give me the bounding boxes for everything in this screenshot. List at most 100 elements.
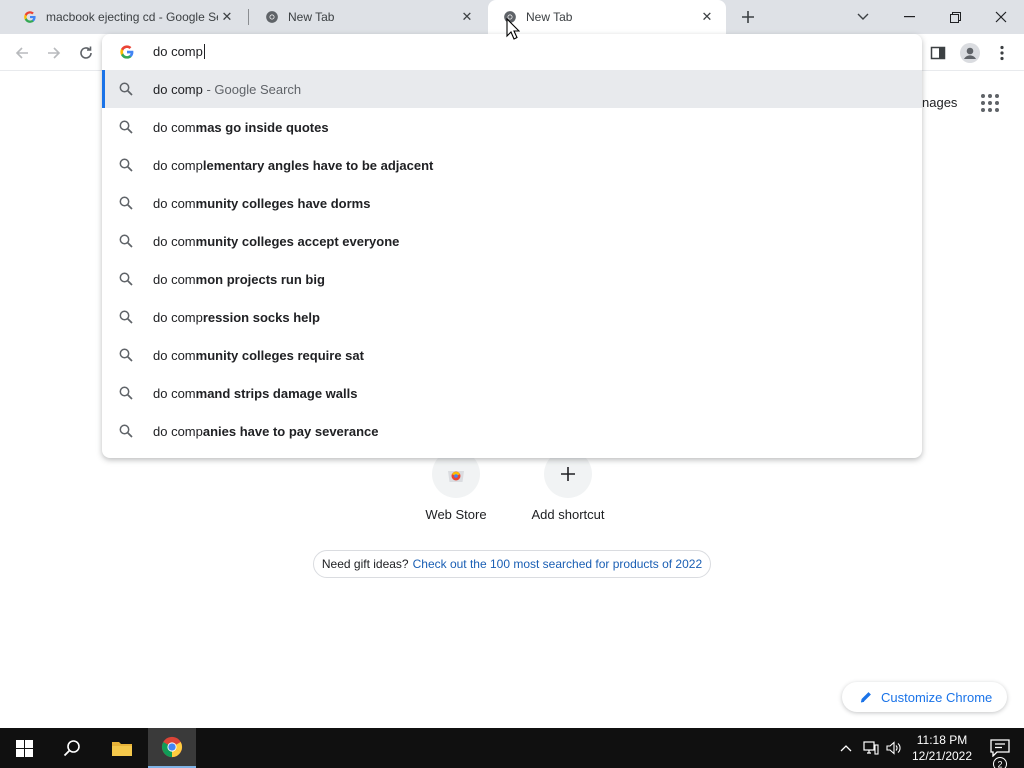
suggestion-text: do companies have to pay severance: [153, 424, 378, 439]
new-tab-plus-icon[interactable]: [737, 6, 759, 28]
profile-avatar-icon[interactable]: [957, 40, 983, 66]
network-icon[interactable]: [860, 728, 882, 768]
suggestion-prefix: do comp: [153, 158, 203, 173]
omnibox-suggestion[interactable]: do commas go inside quotes: [102, 108, 922, 146]
show-hidden-icons-chevron-up-icon[interactable]: [836, 728, 856, 768]
omnibox-dropdown: do comp do comp - Google Search do commas…: [102, 34, 922, 458]
tab-new-tab-active[interactable]: New Tab ✕: [488, 0, 726, 34]
tab-divider: [248, 9, 249, 25]
suggestion-prefix: do comp: [153, 310, 203, 325]
suggestion-completion: munity colleges have dorms: [195, 196, 371, 211]
clock-date: 12/21/2022: [911, 749, 973, 763]
customize-chrome-button[interactable]: Customize Chrome: [842, 682, 1007, 712]
tab-title: New Tab: [526, 10, 573, 24]
search-icon: [119, 82, 133, 96]
reload-icon[interactable]: [73, 40, 99, 66]
search-icon: [119, 196, 133, 210]
selection-accent-bar: [102, 70, 105, 108]
close-tab-icon[interactable]: ✕: [458, 8, 476, 26]
notification-count: 2: [997, 760, 1002, 768]
text-caret: [203, 44, 205, 59]
omnibox-suggestion[interactable]: do common projects run big: [102, 260, 922, 298]
search-icon: [119, 272, 133, 286]
suggestion-prefix: do com: [153, 348, 196, 363]
close-tab-icon[interactable]: ✕: [218, 8, 236, 26]
shortcut-label: Web Store: [425, 507, 487, 522]
suggestion-completion: anies have to pay severance: [202, 424, 379, 439]
shortcut-web-store[interactable]: Web Store: [400, 450, 512, 530]
promo-lead-text: Need gift ideas?: [321, 557, 409, 571]
close-tab-icon[interactable]: ✕: [698, 8, 716, 26]
file-explorer-folder-icon[interactable]: [98, 728, 146, 768]
tab-google-search[interactable]: macbook ejecting cd - Google Se ✕: [8, 0, 246, 34]
shortcut-label: Add shortcut: [531, 507, 605, 522]
suggestion-prefix: do com: [153, 234, 196, 249]
omnibox-suggestion[interactable]: do companies have to pay severance: [102, 412, 922, 450]
search-icon: [119, 158, 133, 172]
close-window-icon[interactable]: [978, 0, 1024, 34]
screen: macbook ejecting cd - Google Se ✕ New Ta…: [0, 0, 1024, 768]
suggestion-text: do complementary angles have to be adjac…: [153, 158, 433, 173]
images-link[interactable]: nages: [922, 95, 957, 110]
suggestion-completion: ression socks help: [202, 310, 320, 325]
chrome-taskbar-icon[interactable]: [148, 728, 196, 768]
suggestion-prefix: do comp: [153, 82, 203, 97]
suggestion-completion: munity colleges require sat: [195, 348, 364, 363]
windows-start-icon[interactable]: [0, 728, 48, 768]
omnibox-suggestion[interactable]: do community colleges require sat: [102, 336, 922, 374]
clock-time: 11:18 PM: [916, 733, 968, 747]
windows-taskbar: 11:18 PM 12/21/2022: [0, 728, 1024, 768]
omnibox-suggestion[interactable]: do complementary angles have to be adjac…: [102, 146, 922, 184]
back-arrow-icon[interactable]: [9, 40, 35, 66]
shortcut-add[interactable]: Add shortcut: [512, 450, 624, 530]
suggestion-text: do compression socks help: [153, 310, 320, 325]
omnibox-suggestion[interactable]: do compression socks help: [102, 298, 922, 336]
restore-icon[interactable]: [932, 0, 978, 34]
customize-chrome-label: Customize Chrome: [881, 689, 993, 705]
forward-arrow-icon[interactable]: [41, 40, 67, 66]
promo-link[interactable]: Check out the 100 most searched for prod…: [413, 557, 703, 571]
address-input-text[interactable]: do comp: [153, 44, 205, 59]
google-g-icon: [119, 44, 135, 60]
promo-pill[interactable]: Need gift ideas? Check out the 100 most …: [313, 550, 711, 578]
kebab-menu-icon[interactable]: [989, 40, 1015, 66]
search-icon[interactable]: [48, 728, 96, 768]
suggestion-text: do community colleges accept everyone: [153, 234, 399, 249]
suggestion-completion: mas go inside quotes: [195, 120, 329, 135]
suggestion-text: do common projects run big: [153, 272, 325, 287]
suggestion-completion: mand strips damage walls: [195, 386, 358, 401]
mouse-cursor-icon: [506, 17, 521, 40]
pencil-icon: [859, 690, 873, 704]
omnibox-suggestion[interactable]: do community colleges have dorms: [102, 184, 922, 222]
search-icon: [119, 310, 133, 324]
suggestion-completion: lementary angles have to be adjacent: [202, 158, 434, 173]
suggestion-prefix: do com: [153, 386, 196, 401]
search-icon: [119, 424, 133, 438]
suggestion-completion: munity colleges accept everyone: [195, 234, 400, 249]
suggestion-text: do command strips damage walls: [153, 386, 357, 401]
tab-title: New Tab: [288, 10, 335, 24]
google-apps-grid-icon[interactable]: [980, 93, 1000, 113]
side-panel-icon[interactable]: [925, 40, 951, 66]
volume-speaker-icon[interactable]: [883, 728, 905, 768]
omnibox-suggestion[interactable]: do command strips damage walls: [102, 374, 922, 412]
suggestion-text: do commas go inside quotes: [153, 120, 329, 135]
tab-search-chevron-down-icon[interactable]: [840, 0, 886, 34]
search-icon: [119, 348, 133, 362]
search-icon: [119, 120, 133, 134]
omnibox-suggestion[interactable]: do community colleges accept everyone: [102, 222, 922, 260]
omnibox-suggestion[interactable]: do comp - Google Search: [102, 70, 922, 108]
tab-new-tab-1[interactable]: New Tab ✕: [250, 0, 486, 34]
suggestion-prefix: do com: [153, 272, 196, 287]
search-icon: [119, 386, 133, 400]
suggestion-prefix: do com: [153, 196, 196, 211]
system-clock[interactable]: 11:18 PM 12/21/2022: [906, 732, 978, 764]
minimize-icon[interactable]: [886, 0, 932, 34]
tab-title: macbook ejecting cd - Google Se: [46, 10, 218, 24]
suggestion-suffix: - Google Search: [202, 82, 302, 97]
notification-count-badge: 2: [993, 757, 1007, 768]
suggestion-prefix: do comp: [153, 424, 203, 439]
suggestion-text: do community colleges require sat: [153, 348, 364, 363]
suggestion-text: do community colleges have dorms: [153, 196, 370, 211]
google-g-icon: [22, 9, 38, 25]
